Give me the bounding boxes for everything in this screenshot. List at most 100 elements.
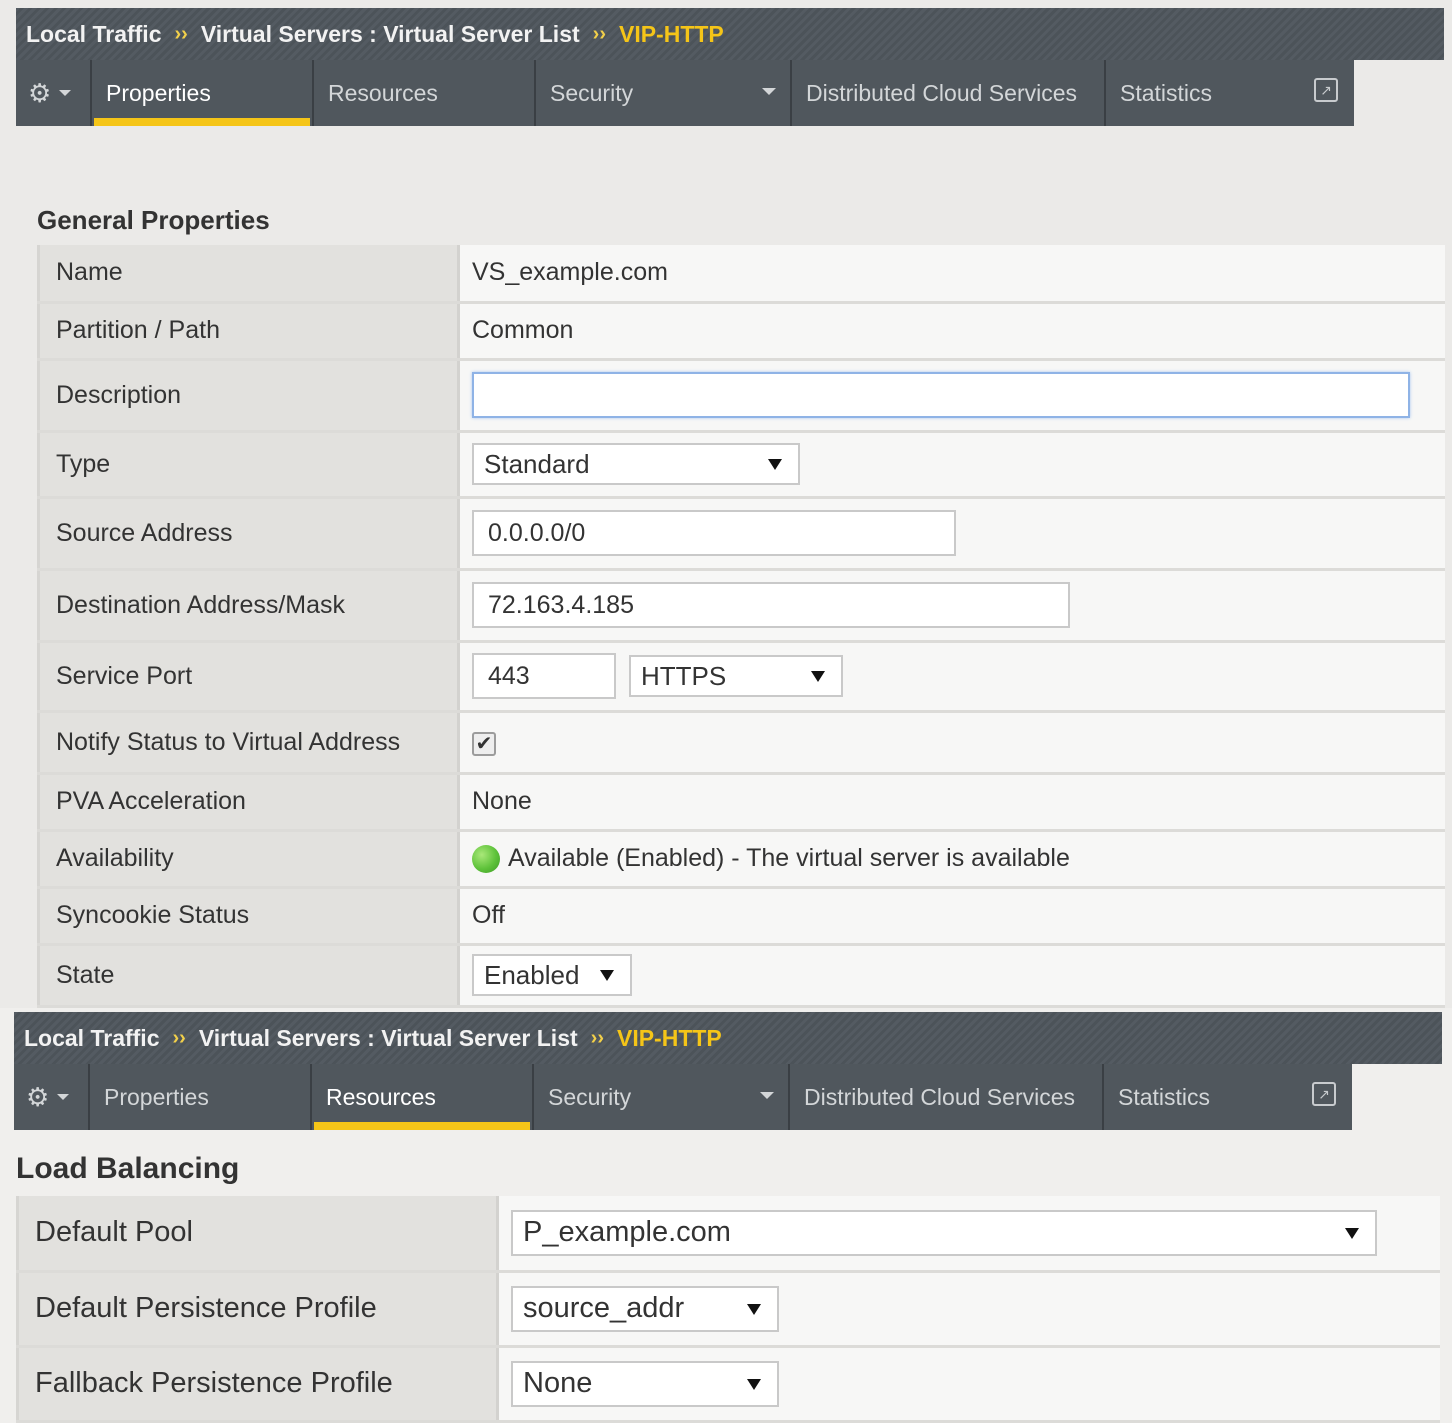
tab-label: Statistics xyxy=(1118,1083,1211,1110)
row-label: Description xyxy=(37,359,460,433)
tab-label: Distributed Cloud Services xyxy=(806,79,1078,106)
chevron-down-icon xyxy=(59,90,72,96)
state-select[interactable]: Enabled xyxy=(472,954,632,996)
gear-menu-button[interactable]: ⚙ xyxy=(14,1064,90,1130)
breadcrumb: Local Traffic ›› Virtual Servers : Virtu… xyxy=(16,8,1444,60)
default-pool-value: P_example.com xyxy=(523,1216,731,1249)
tab-label: Distributed Cloud Services xyxy=(804,1083,1076,1110)
table-row: Default Pool P_example.com xyxy=(16,1196,1440,1273)
row-label: Partition / Path xyxy=(37,302,460,361)
section-title: General Properties xyxy=(37,205,270,235)
tab-properties[interactable]: Properties xyxy=(92,60,314,126)
breadcrumb-current: VIP-HTTP xyxy=(616,1024,722,1051)
table-row: State Enabled xyxy=(37,944,1445,1008)
breadcrumb-separator: ›› xyxy=(172,1026,186,1049)
load-balancing-table: Default Pool P_example.com Default Persi… xyxy=(16,1196,1440,1423)
chevron-down-icon xyxy=(810,671,825,682)
tab-resources[interactable]: Resources xyxy=(314,60,536,126)
row-label: Source Address xyxy=(37,497,460,571)
row-label: Default Pool xyxy=(16,1196,499,1273)
tab-statistics[interactable]: Statistics ↗ xyxy=(1106,60,1354,126)
chevron-down-icon xyxy=(768,459,782,470)
type-select-value: Standard xyxy=(484,448,590,479)
general-properties-table: Name VS_example.com Partition / Path Com… xyxy=(37,245,1445,1008)
row-label: PVA Acceleration xyxy=(37,773,460,832)
table-row: Description xyxy=(37,359,1445,433)
service-protocol-value: HTTPS xyxy=(640,660,727,691)
green-status-icon xyxy=(472,845,500,874)
fallback-persistence-value: None xyxy=(523,1367,593,1399)
tab-label: Security xyxy=(548,1083,632,1110)
chevron-down-icon xyxy=(747,1378,761,1390)
row-label: Syncookie Status xyxy=(37,887,460,946)
partition-value: Common xyxy=(458,302,1445,361)
tab-resources[interactable]: Resources xyxy=(312,1064,534,1130)
tab-security[interactable]: Security xyxy=(536,60,792,126)
row-label: Type xyxy=(37,431,460,499)
tab-bar: ⚙ Properties Resources Security Distribu… xyxy=(14,1064,1352,1130)
table-row: Notify Status to Virtual Address ✔ xyxy=(37,711,1445,775)
table-row: Destination Address/Mask 72.163.4.185 xyxy=(37,569,1445,643)
table-row: Service Port 443 HTTPS xyxy=(37,641,1445,713)
gear-menu-button[interactable]: ⚙ xyxy=(16,60,92,126)
service-protocol-select[interactable]: HTTPS xyxy=(628,655,843,697)
external-link-icon[interactable]: ↗ xyxy=(1314,78,1338,102)
notify-status-checkbox[interactable]: ✔ xyxy=(472,731,496,756)
chevron-down-icon xyxy=(57,1094,70,1100)
breadcrumb-current: VIP-HTTP xyxy=(618,20,724,47)
tab-properties[interactable]: Properties xyxy=(90,1064,312,1130)
table-row: Name VS_example.com xyxy=(37,245,1445,304)
tab-label: Properties xyxy=(106,79,211,106)
chevron-down-icon xyxy=(762,88,776,95)
table-row: Partition / Path Common xyxy=(37,302,1445,361)
breadcrumb-list[interactable]: Virtual Servers : Virtual Server List xyxy=(201,21,580,48)
chevron-down-icon xyxy=(747,1303,761,1315)
default-pool-select[interactable]: P_example.com xyxy=(511,1209,1377,1256)
chevron-down-icon xyxy=(760,1092,774,1099)
syncookie-value: Off xyxy=(458,887,1445,946)
fallback-persistence-select[interactable]: None xyxy=(511,1360,779,1407)
tab-label: Properties xyxy=(104,1083,209,1110)
service-port-input[interactable]: 443 xyxy=(472,653,616,699)
table-row: Default Persistence Profile source_addr xyxy=(16,1271,1440,1348)
tab-distributed-cloud-services[interactable]: Distributed Cloud Services xyxy=(792,60,1106,126)
properties-panel: Local Traffic ›› Virtual Servers : Virtu… xyxy=(0,0,1452,1008)
tab-security[interactable]: Security xyxy=(534,1064,790,1130)
row-label: State xyxy=(37,944,460,1008)
destination-address-input[interactable]: 72.163.4.185 xyxy=(472,582,1070,628)
table-row: Source Address 0.0.0.0/0 xyxy=(37,497,1445,571)
breadcrumb-list[interactable]: Virtual Servers : Virtual Server List xyxy=(199,1025,578,1052)
breadcrumb-section[interactable]: Local Traffic xyxy=(24,1025,159,1052)
tab-label: Security xyxy=(550,79,634,106)
gear-icon: ⚙ xyxy=(28,77,52,108)
name-value: VS_example.com xyxy=(458,245,1445,304)
default-persistence-select[interactable]: source_addr xyxy=(511,1285,779,1332)
breadcrumb-section[interactable]: Local Traffic xyxy=(26,21,161,48)
tab-label: Statistics xyxy=(1120,79,1213,106)
table-row: Syncookie Status Off xyxy=(37,887,1445,946)
description-input[interactable] xyxy=(472,372,1410,418)
state-select-value: Enabled xyxy=(484,959,580,990)
table-row: PVA Acceleration None xyxy=(37,773,1445,832)
row-label: Availability xyxy=(37,830,460,889)
pva-value: None xyxy=(458,773,1445,832)
breadcrumb-separator: ›› xyxy=(590,1026,604,1049)
type-select[interactable]: Standard xyxy=(472,443,800,485)
source-address-input[interactable]: 0.0.0.0/0 xyxy=(472,510,956,556)
tab-bar: ⚙ Properties Resources Security Distribu… xyxy=(16,60,1354,126)
tab-label: Resources xyxy=(326,1083,436,1110)
tab-statistics[interactable]: Statistics ↗ xyxy=(1104,1064,1352,1130)
row-label: Name xyxy=(37,245,460,304)
external-link-icon[interactable]: ↗ xyxy=(1312,1082,1336,1106)
table-row: Type Standard xyxy=(37,431,1445,499)
breadcrumb-separator: ›› xyxy=(592,22,606,45)
tab-distributed-cloud-services[interactable]: Distributed Cloud Services xyxy=(790,1064,1104,1130)
tab-label: Resources xyxy=(328,79,438,106)
table-row: Fallback Persistence Profile None xyxy=(16,1346,1440,1423)
row-label: Default Persistence Profile xyxy=(16,1271,499,1348)
resources-panel: Local Traffic ›› Virtual Servers : Virtu… xyxy=(0,1008,1452,1423)
section-title: Load Balancing xyxy=(16,1152,240,1185)
breadcrumb: Local Traffic ›› Virtual Servers : Virtu… xyxy=(14,1012,1442,1064)
row-label: Destination Address/Mask xyxy=(37,569,460,643)
checkmark-icon: ✔ xyxy=(475,732,493,755)
